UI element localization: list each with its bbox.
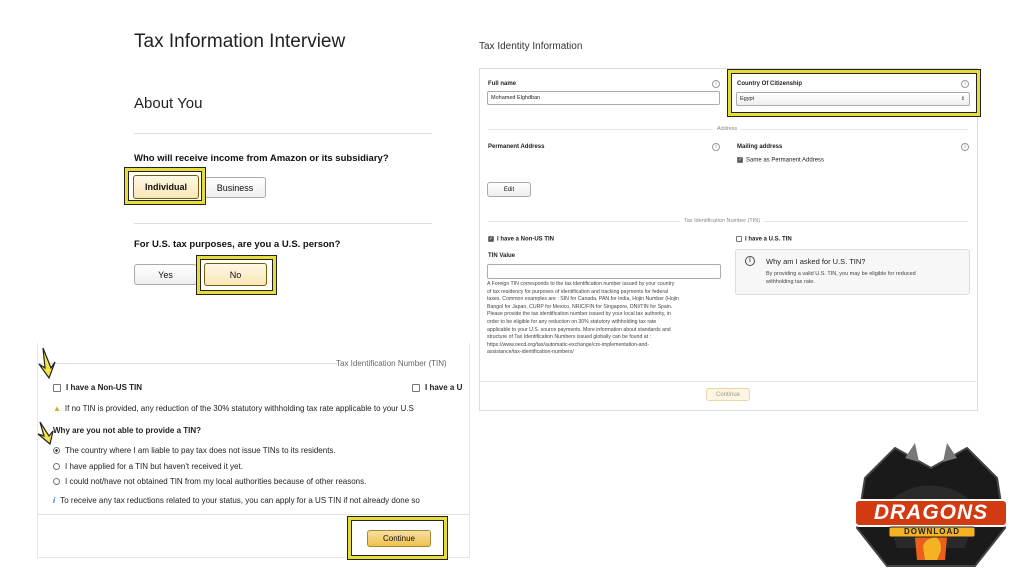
same-as-permanent-label: Same as Permanent Address: [746, 157, 825, 164]
checkbox-empty-icon: [412, 383, 420, 392]
info-icon[interactable]: i: [712, 143, 720, 151]
us-tin-checkbox[interactable]: I have a U: [412, 383, 462, 392]
edit-button[interactable]: Edit: [487, 182, 531, 197]
tin-panel: Tax Identification Number (TIN) I have a…: [37, 343, 470, 558]
logo-top-text: DRAGONS: [873, 501, 989, 524]
continue-button-disabled[interactable]: Continue: [706, 388, 750, 401]
non-us-tin-label: I have a Non-US TIN: [66, 383, 143, 392]
warning-message: ▲ If no TIN is provided, any reduction of…: [53, 404, 414, 413]
why-us-tin-body: By providing a valid U.S. TIN, you may b…: [766, 271, 916, 285]
radio-selected-icon: [53, 447, 60, 455]
tin-divider-label: Tax Identification Number (TIN): [680, 218, 765, 224]
divider: [134, 223, 432, 224]
tin-help-text: A Foreign TIN corresponds to the tax ide…: [487, 281, 679, 356]
divider: [479, 381, 978, 382]
info-note: i To receive any tax reductions related t…: [53, 496, 420, 505]
us-person-question: For U.S. tax purposes, are you a U.S. pe…: [134, 239, 341, 250]
tax-identity-title: Tax Identity Information: [479, 41, 583, 52]
info-icon: i: [53, 496, 56, 505]
checkbox-checked-icon: ✓: [488, 236, 494, 242]
info-icon[interactable]: i: [712, 80, 720, 88]
arrow-down-icon: [37, 421, 54, 446]
no-button[interactable]: No: [204, 263, 267, 286]
checkbox-checked-icon: ✓: [737, 157, 743, 163]
permanent-address-label: Permanent Address: [488, 144, 545, 150]
checkbox-empty-icon: [736, 236, 742, 242]
info-note-text: To receive any tax reductions related to…: [60, 496, 420, 505]
tin-value-label: TIN Value: [488, 253, 516, 259]
reason-radio-2[interactable]: I could not/have not obtained TIN from m…: [53, 477, 366, 486]
full-name-label: Full name: [488, 81, 517, 87]
logo-bottom-text: DOWNLOAD: [904, 527, 960, 536]
dragons-download-logo: DRAGONS DOWNLOAD: [845, 438, 1017, 572]
non-us-tin-checkbox[interactable]: ✓ I have a Non-US TIN: [488, 236, 554, 243]
same-as-permanent-checkbox[interactable]: ✓ Same as Permanent Address: [737, 157, 824, 164]
citizenship-label: Country Of Citizenship: [737, 81, 802, 87]
arrow-down-icon: [38, 347, 56, 380]
tin-value-input[interactable]: [487, 264, 721, 279]
info-icon[interactable]: i: [961, 80, 969, 88]
radio-empty-icon: [53, 478, 60, 486]
why-us-tin-box: i Why am I asked for U.S. TIN? By provid…: [735, 249, 970, 295]
address-divider-label: Address: [713, 126, 742, 132]
citizenship-select[interactable]: Egypt ⇕: [736, 92, 970, 106]
yes-button[interactable]: Yes: [134, 264, 197, 285]
divider: [134, 133, 432, 134]
radio-empty-icon: [53, 463, 60, 471]
warning-icon: ▲: [53, 404, 61, 413]
reason-radio-1[interactable]: I have applied for a TIN but haven't rec…: [53, 462, 243, 471]
individual-button[interactable]: Individual: [133, 175, 199, 199]
why-us-tin-title: Why am I asked for U.S. TIN?: [766, 257, 866, 266]
continue-button[interactable]: Continue: [367, 530, 431, 547]
why-question: Why are you not able to provide a TIN?: [53, 426, 202, 435]
business-button[interactable]: Business: [204, 177, 266, 198]
section-title: About You: [134, 95, 203, 112]
divider: [38, 363, 338, 364]
mailing-address-label: Mailing address: [737, 144, 783, 150]
divider: [38, 514, 469, 515]
page-title: Tax Information Interview: [134, 31, 346, 52]
tin-divider-label: Tax Identification Number (TIN): [336, 359, 447, 368]
non-us-tin-label: I have a Non-US TIN: [497, 236, 555, 243]
us-tin-checkbox[interactable]: I have a U.S. TIN: [736, 236, 792, 243]
reason-radio-0[interactable]: The country where I am liable to pay tax…: [53, 446, 336, 455]
non-us-tin-checkbox[interactable]: I have a Non-US TIN: [53, 383, 142, 392]
info-icon[interactable]: i: [961, 143, 969, 151]
chevron-updown-icon: ⇕: [960, 96, 965, 102]
full-name-input[interactable]: Mohamed Elghdban: [487, 91, 720, 105]
info-icon: i: [745, 256, 755, 266]
us-tin-label: I have a U: [425, 383, 463, 392]
us-tin-label: I have a U.S. TIN: [745, 236, 792, 243]
warning-text: If no TIN is provided, any reduction of …: [64, 404, 414, 413]
income-question: Who will receive income from Amazon or i…: [134, 153, 389, 164]
checkbox-empty-icon: [53, 383, 61, 392]
citizenship-value: Egypt: [740, 96, 755, 102]
